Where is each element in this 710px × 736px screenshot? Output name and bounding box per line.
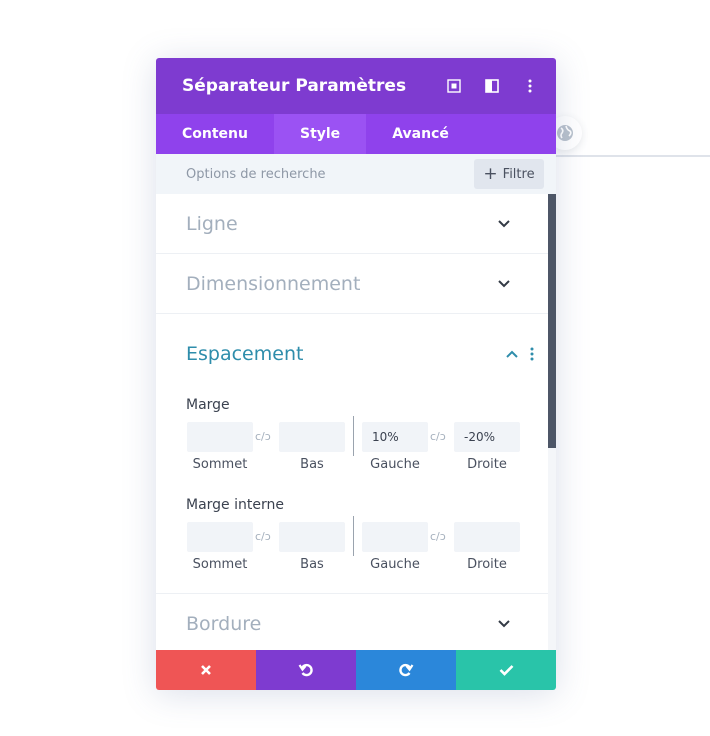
section-title: Espacement bbox=[186, 343, 304, 365]
margin-left-input[interactable]: 10% bbox=[362, 422, 428, 452]
link-icon[interactable]: c/ɔ bbox=[255, 430, 271, 443]
label-gauche: Gauche bbox=[370, 457, 420, 472]
padding-left-input[interactable] bbox=[362, 522, 428, 552]
settings-modal: Séparateur Paramètres Contenu Style Avan… bbox=[156, 58, 556, 690]
more-vertical-icon[interactable] bbox=[530, 347, 534, 361]
label-bas: Bas bbox=[300, 457, 324, 472]
fullscreen-icon[interactable] bbox=[442, 74, 466, 98]
chevron-down-icon bbox=[498, 219, 510, 227]
margin-label: Marge bbox=[186, 397, 230, 413]
chevron-up-icon[interactable] bbox=[506, 350, 518, 358]
padding-right-input[interactable] bbox=[454, 522, 520, 552]
separator bbox=[353, 516, 354, 556]
label-sommet: Sommet bbox=[192, 457, 248, 472]
padding-bottom-input[interactable] bbox=[279, 522, 345, 552]
section-title: Bordure bbox=[186, 613, 262, 635]
chevron-down-icon bbox=[498, 620, 510, 628]
margin-field-labels: Sommet Bas Gauche Droite bbox=[187, 457, 548, 477]
plus-icon: + bbox=[483, 163, 498, 184]
chevron-down-icon bbox=[498, 279, 510, 287]
cancel-button[interactable] bbox=[156, 650, 256, 690]
section-bordure[interactable]: Bordure bbox=[156, 594, 548, 650]
undo-button[interactable] bbox=[256, 650, 356, 690]
settings-body: Ligne Dimensionnement Espacement Marge c… bbox=[156, 194, 548, 650]
link-icon[interactable]: c/ɔ bbox=[430, 530, 446, 543]
section-ligne[interactable]: Ligne bbox=[156, 194, 548, 254]
redo-button[interactable] bbox=[356, 650, 456, 690]
scrollbar[interactable] bbox=[548, 194, 556, 650]
margin-inputs: c/ɔ 10% c/ɔ -20% bbox=[187, 416, 548, 456]
split-view-icon[interactable] bbox=[480, 74, 504, 98]
modal-header: Séparateur Paramètres bbox=[156, 58, 556, 114]
cancel-icon bbox=[201, 665, 211, 675]
label-bas: Bas bbox=[300, 557, 324, 572]
section-header[interactable]: Espacement bbox=[156, 314, 548, 394]
search-bar[interactable]: Options de recherche + Filtre bbox=[156, 154, 556, 194]
undo-icon bbox=[298, 663, 313, 677]
more-vertical-icon[interactable] bbox=[518, 74, 542, 98]
save-button[interactable] bbox=[456, 650, 556, 690]
separator bbox=[353, 416, 354, 456]
padding-top-input[interactable] bbox=[187, 522, 253, 552]
section-title: Dimensionnement bbox=[186, 272, 361, 295]
margin-right-input[interactable]: -20% bbox=[454, 422, 520, 452]
padding-inputs: c/ɔ c/ɔ bbox=[187, 516, 548, 556]
label-sommet: Sommet bbox=[192, 557, 248, 572]
section-dimensionnement[interactable]: Dimensionnement bbox=[156, 254, 548, 314]
link-icon[interactable]: c/ɔ bbox=[255, 530, 271, 543]
label-droite: Droite bbox=[467, 457, 507, 472]
margin-bottom-input[interactable] bbox=[279, 422, 345, 452]
section-title: Ligne bbox=[186, 212, 238, 235]
tab-bar: Contenu Style Avancé bbox=[156, 114, 556, 154]
tab-avance[interactable]: Avancé bbox=[366, 114, 475, 154]
tab-contenu[interactable]: Contenu bbox=[156, 114, 274, 154]
link-icon[interactable]: c/ɔ bbox=[430, 430, 446, 443]
tab-style[interactable]: Style bbox=[273, 114, 367, 154]
scrollbar-thumb[interactable] bbox=[548, 194, 556, 448]
filter-label: Filtre bbox=[502, 166, 535, 182]
divider-line-preview bbox=[556, 155, 710, 157]
label-droite: Droite bbox=[467, 557, 507, 572]
padding-field-labels: Sommet Bas Gauche Droite bbox=[187, 557, 548, 577]
section-espacement: Espacement Marge c/ɔ 10% c/ɔ -20% Sommet… bbox=[156, 314, 548, 594]
filter-button[interactable]: + Filtre bbox=[474, 159, 544, 189]
padding-label: Marge interne bbox=[186, 497, 284, 513]
margin-top-input[interactable] bbox=[187, 422, 253, 452]
redo-icon bbox=[399, 663, 414, 677]
globe-icon bbox=[557, 125, 573, 141]
save-check-icon bbox=[499, 665, 513, 676]
label-gauche: Gauche bbox=[370, 557, 420, 572]
modal-title: Séparateur Paramètres bbox=[182, 76, 407, 96]
modal-footer bbox=[156, 650, 556, 690]
